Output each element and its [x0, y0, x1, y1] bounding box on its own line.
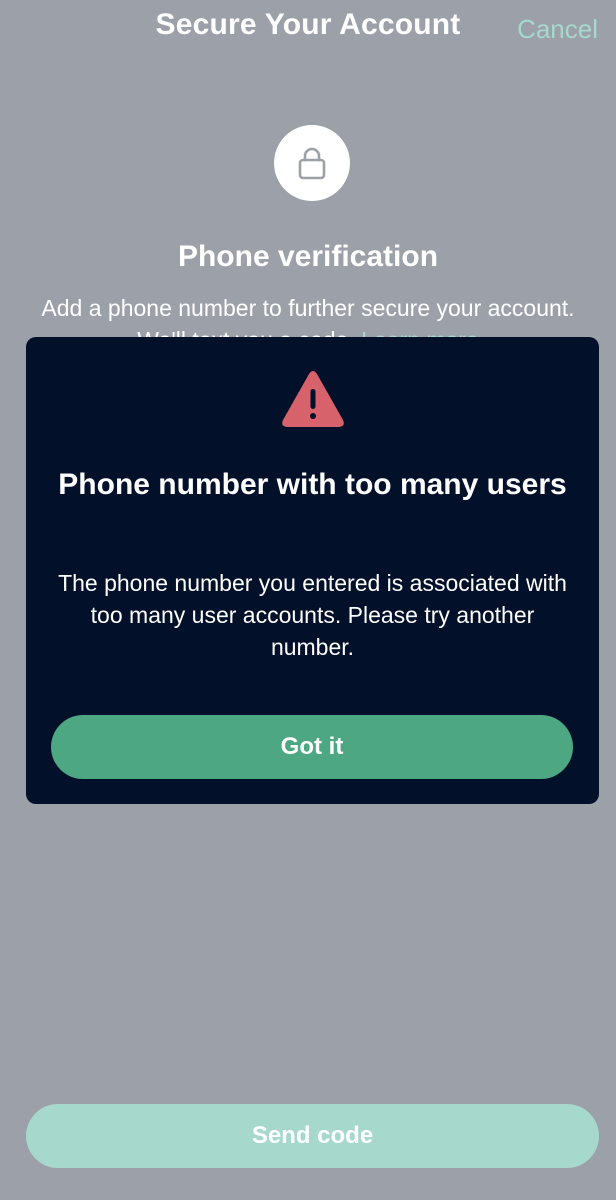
lock-badge: [274, 125, 350, 201]
got-it-button[interactable]: Got it: [51, 715, 573, 779]
dialog-title: Phone number with too many users: [58, 468, 567, 501]
section-title: Phone verification: [177, 240, 439, 273]
lock-icon: [298, 147, 326, 180]
description-text: Add a phone number to further secure you…: [41, 295, 575, 338]
section-description: Add a phone number to further secure you…: [40, 292, 576, 338]
secure-account-screen: Secure Your Account Cancel Phone verific…: [0, 0, 616, 1200]
send-code-button[interactable]: Send code: [26, 1104, 599, 1168]
cancel-button[interactable]: Cancel: [517, 14, 598, 45]
warning-icon: [282, 371, 344, 427]
dialog-message: The phone number you entered is associat…: [58, 570, 567, 660]
error-dialog: Phone number with too many users The pho…: [26, 337, 599, 804]
